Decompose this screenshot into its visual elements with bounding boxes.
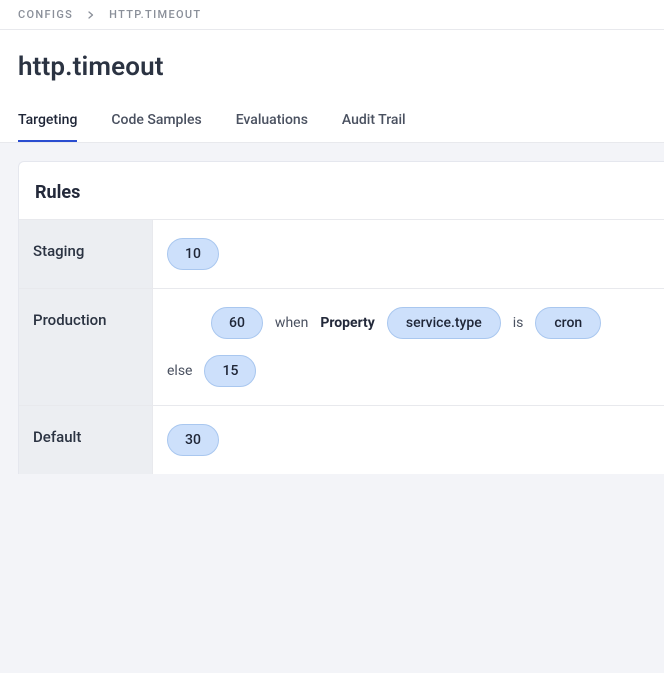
rules-body: 60 when Property service.type is cron el… bbox=[153, 289, 664, 405]
breadcrumb-current: HTTP.TIMEOUT bbox=[109, 8, 201, 21]
rules-row-production: Production 60 when Property service.type… bbox=[19, 288, 664, 405]
content-area: Rules Staging 10 Production 60 when bbox=[0, 143, 664, 673]
match-pill[interactable]: cron bbox=[535, 307, 601, 339]
page-header: http.timeout bbox=[0, 30, 664, 92]
page-title: http.timeout bbox=[18, 52, 646, 82]
is-keyword: is bbox=[513, 315, 524, 331]
value-pill[interactable]: 10 bbox=[167, 238, 219, 270]
breadcrumb: CONFIGS HTTP.TIMEOUT bbox=[0, 0, 664, 30]
breadcrumb-root[interactable]: CONFIGS bbox=[18, 8, 73, 21]
env-label: Default bbox=[19, 406, 153, 474]
chevron-right-icon bbox=[87, 11, 95, 19]
rules-row-default: Default 30 bbox=[19, 405, 664, 474]
property-name-pill[interactable]: service.type bbox=[387, 307, 501, 339]
rules-body: 30 bbox=[153, 406, 664, 474]
tab-audit-trail[interactable]: Audit Trail bbox=[342, 112, 406, 142]
rules-body: 10 bbox=[153, 220, 664, 288]
env-label: Production bbox=[19, 289, 153, 405]
tab-evaluations[interactable]: Evaluations bbox=[236, 112, 308, 142]
rules-row-staging: Staging 10 bbox=[19, 219, 664, 288]
rule-line: else 15 bbox=[167, 355, 650, 387]
value-pill[interactable]: 15 bbox=[204, 355, 256, 387]
value-pill[interactable]: 30 bbox=[167, 424, 219, 456]
env-label: Staging bbox=[19, 220, 153, 288]
tab-code-samples[interactable]: Code Samples bbox=[111, 112, 201, 142]
rule-line: 60 when Property service.type is cron bbox=[211, 307, 650, 339]
when-keyword: when bbox=[275, 315, 308, 331]
rules-card: Rules Staging 10 Production 60 when bbox=[18, 161, 664, 474]
property-keyword: Property bbox=[320, 315, 375, 331]
tabs: Targeting Code Samples Evaluations Audit… bbox=[0, 112, 664, 143]
rules-table: Staging 10 Production 60 when Property s… bbox=[19, 219, 664, 474]
else-keyword: else bbox=[167, 363, 192, 379]
rules-title: Rules bbox=[19, 162, 664, 219]
value-pill[interactable]: 60 bbox=[211, 307, 263, 339]
tab-targeting[interactable]: Targeting bbox=[18, 112, 77, 142]
rule-line: 10 bbox=[167, 238, 650, 270]
rule-line: 30 bbox=[167, 424, 650, 456]
